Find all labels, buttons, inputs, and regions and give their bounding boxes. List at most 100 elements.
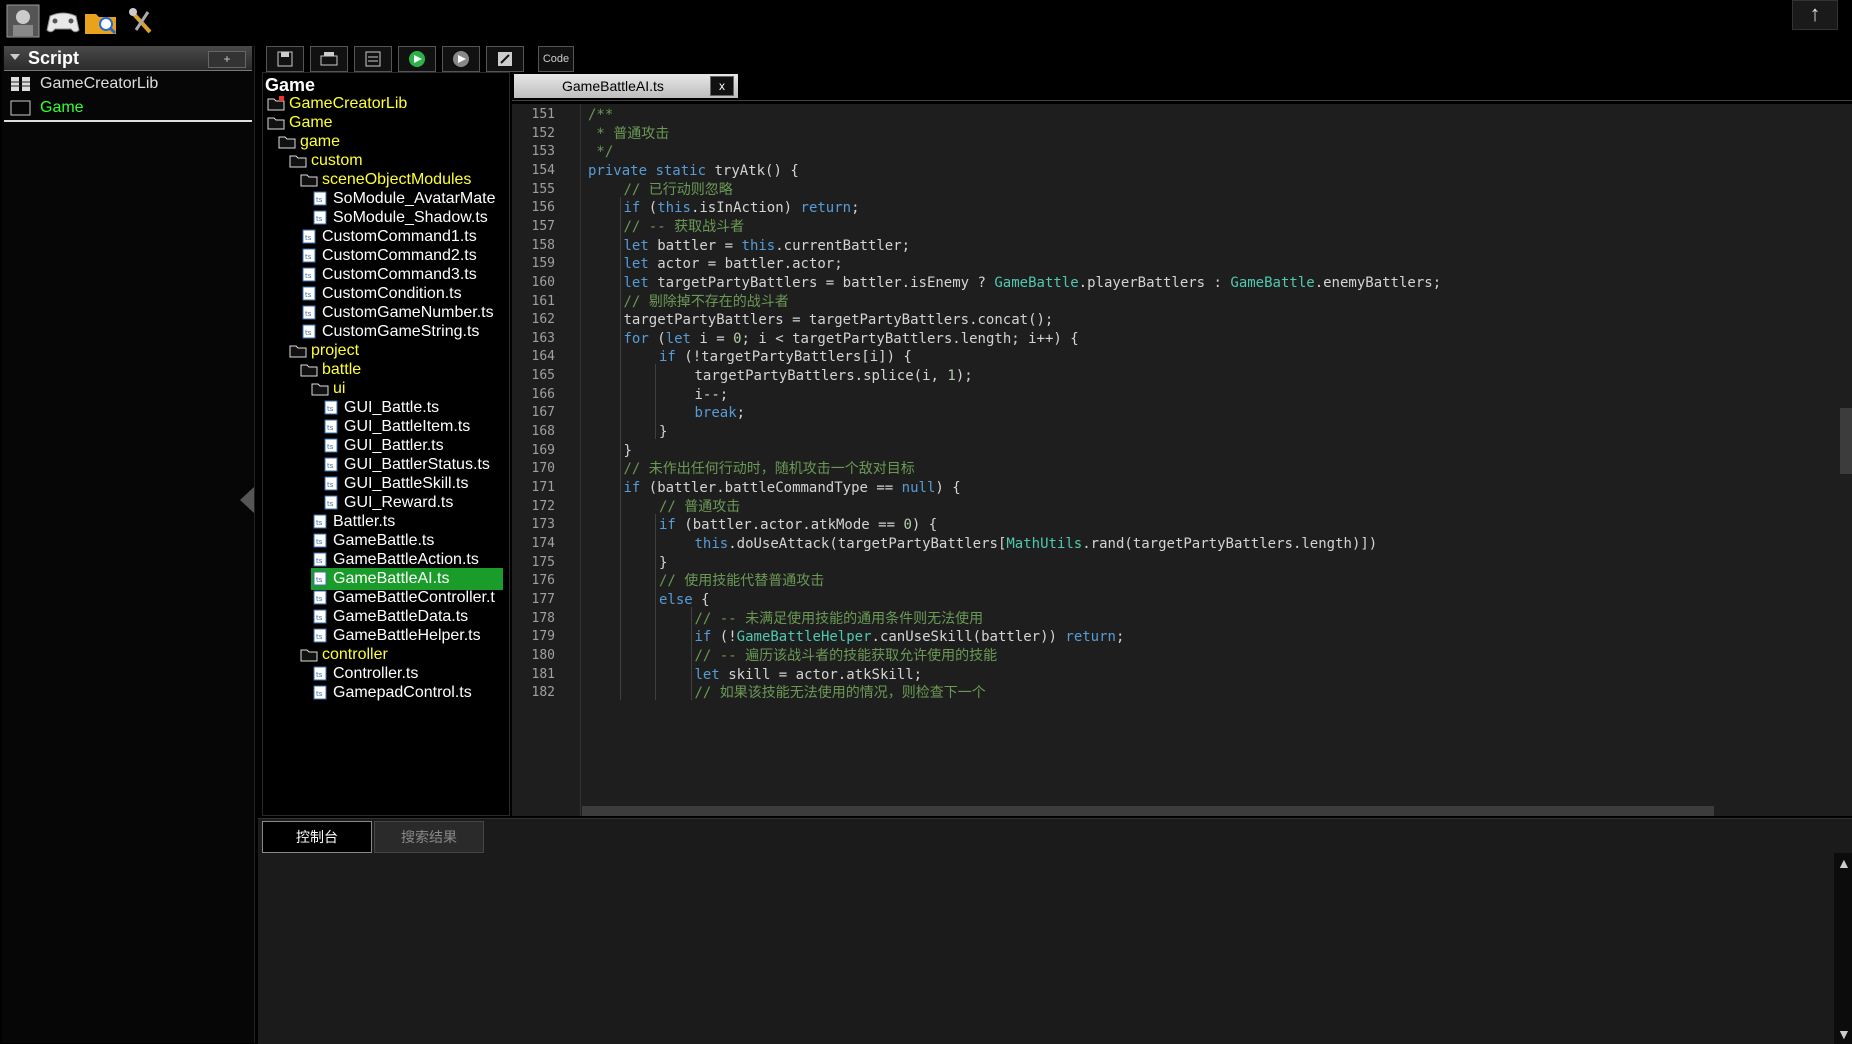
console-scrollbar[interactable]: ▲ ▼	[1834, 853, 1852, 1044]
svg-text:ts: ts	[316, 671, 323, 679]
ts-file-icon: ts	[322, 438, 340, 453]
tree-file-item[interactable]: ts GamepadControl.ts	[311, 682, 503, 704]
line-number: 182	[531, 685, 555, 701]
play-icon	[443, 51, 479, 75]
chevron-down-icon[interactable]	[10, 54, 20, 60]
ts-file-icon: ts	[322, 495, 340, 510]
svg-text:ts: ts	[305, 272, 312, 280]
ts-file-icon: ts	[322, 457, 340, 472]
code-editor[interactable]: 151 152 153 154 155 156 157 158 159 160 161 162 163 1…	[512, 104, 1852, 816]
ts-file-icon: ts	[311, 666, 329, 681]
indent-guide	[619, 196, 621, 701]
scroll-down-icon[interactable]: ▼	[1837, 1026, 1851, 1042]
svg-text:ts: ts	[327, 481, 334, 489]
formula-button[interactable]	[486, 46, 524, 72]
svg-text:ts: ts	[316, 557, 323, 565]
run-button[interactable]	[398, 46, 436, 72]
vertical-scrollbar[interactable]	[1840, 104, 1852, 804]
list-button[interactable]	[354, 46, 392, 72]
svg-text:ts: ts	[316, 215, 323, 223]
ts-file-icon: ts	[300, 229, 318, 244]
avatar-icon[interactable]	[6, 4, 44, 38]
code-line[interactable]: targetPartyBattlers.splice(i, 1);	[695, 365, 973, 387]
save-button[interactable]	[266, 46, 304, 72]
folder-search-icon[interactable]	[82, 4, 120, 38]
print-icon	[311, 52, 347, 75]
script-panel-header[interactable]: Script +	[4, 46, 252, 71]
print-button[interactable]	[310, 46, 348, 72]
scroll-top-button[interactable]: ↑	[1792, 0, 1838, 30]
ts-file-icon: ts	[322, 400, 340, 415]
folder-icon	[300, 647, 318, 662]
ts-file-icon: ts	[311, 590, 329, 605]
list-icon	[355, 51, 391, 75]
code-line[interactable]: // 如果该技能无法使用的情况，则检查下一个	[695, 682, 986, 704]
svg-text:ts: ts	[327, 462, 334, 470]
svg-text:ts: ts	[327, 443, 334, 451]
script-panel-title: Script	[28, 48, 80, 68]
svg-text:ts: ts	[316, 519, 323, 527]
folder-icon	[267, 96, 285, 111]
svg-text:ts: ts	[316, 196, 323, 204]
empty-box-icon	[10, 100, 32, 116]
gamepad-icon[interactable]	[44, 4, 82, 38]
ts-file-icon: ts	[311, 609, 329, 624]
play-button[interactable]	[442, 46, 480, 72]
svg-text:ts: ts	[316, 633, 323, 641]
svg-text:ts: ts	[305, 329, 312, 337]
ts-file-icon: ts	[311, 514, 329, 529]
code-mode-button[interactable]: Code	[538, 46, 574, 72]
indent-guide	[690, 606, 692, 701]
folder-icon	[300, 362, 318, 377]
collapse-panel-arrow-icon[interactable]	[240, 487, 254, 513]
close-tab-button[interactable]: x	[710, 76, 734, 96]
indent-guide	[655, 513, 656, 701]
tab-search-results[interactable]: 搜索结果	[374, 821, 484, 853]
add-script-button[interactable]: +	[208, 51, 246, 68]
ts-file-icon: ts	[300, 324, 318, 339]
script-library-item[interactable]: Game	[4, 96, 252, 122]
svg-text:ts: ts	[305, 291, 312, 299]
tab-console[interactable]: 控制台	[262, 821, 372, 853]
ts-file-icon: ts	[322, 419, 340, 434]
script-library-label: Game	[40, 99, 84, 116]
ts-file-icon: ts	[300, 305, 318, 320]
svg-text:ts: ts	[316, 538, 323, 546]
top-toolbar: ↑	[0, 0, 1852, 48]
ts-file-icon: ts	[311, 533, 329, 548]
ts-file-icon: ts	[311, 571, 329, 586]
folder-icon	[311, 381, 329, 396]
ts-file-icon: ts	[311, 685, 329, 700]
svg-text:ts: ts	[316, 614, 323, 622]
svg-text:ts: ts	[327, 500, 334, 508]
tools-icon[interactable]	[124, 4, 162, 38]
script-library-label: GameCreatorLib	[40, 75, 159, 92]
code-line[interactable]: this.doUseAttack(targetPartyBattlers[Mat…	[695, 533, 1378, 555]
script-library-item[interactable]: GameCreatorLib	[4, 72, 252, 96]
ts-file-icon: ts	[322, 476, 340, 491]
folder-icon	[289, 153, 307, 168]
file-tree-panel: Game GameCreatorLib Game game custom sceneOb…	[262, 72, 510, 816]
scroll-up-icon[interactable]: ▲	[1837, 855, 1851, 871]
folder-icon	[289, 343, 307, 358]
tab-label: GameBattleAI.ts	[562, 78, 664, 94]
svg-text:ts: ts	[316, 595, 323, 603]
formula-icon	[487, 52, 523, 75]
vertical-scroll-thumb[interactable]	[1840, 408, 1852, 474]
ts-file-icon: ts	[300, 286, 318, 301]
svg-text:ts: ts	[316, 690, 323, 698]
tab-gamebattleai[interactable]: GameBattleAI.ts x	[514, 74, 738, 98]
ts-file-icon: ts	[300, 248, 318, 263]
svg-text:ts: ts	[305, 234, 312, 242]
svg-text:ts: ts	[327, 405, 334, 413]
folder-icon	[267, 115, 285, 130]
svg-text:ts: ts	[305, 310, 312, 318]
svg-text:ts: ts	[316, 576, 323, 584]
editor-tab-strip: GameBattleAI.ts x	[512, 74, 1852, 101]
code-line[interactable]: }	[659, 421, 667, 443]
ts-file-icon: ts	[311, 628, 329, 643]
ts-file-icon: ts	[300, 267, 318, 282]
folder-icon	[278, 134, 296, 149]
code-line[interactable]: break;	[695, 402, 746, 424]
horizontal-scroll-thumb[interactable]	[582, 806, 1714, 816]
